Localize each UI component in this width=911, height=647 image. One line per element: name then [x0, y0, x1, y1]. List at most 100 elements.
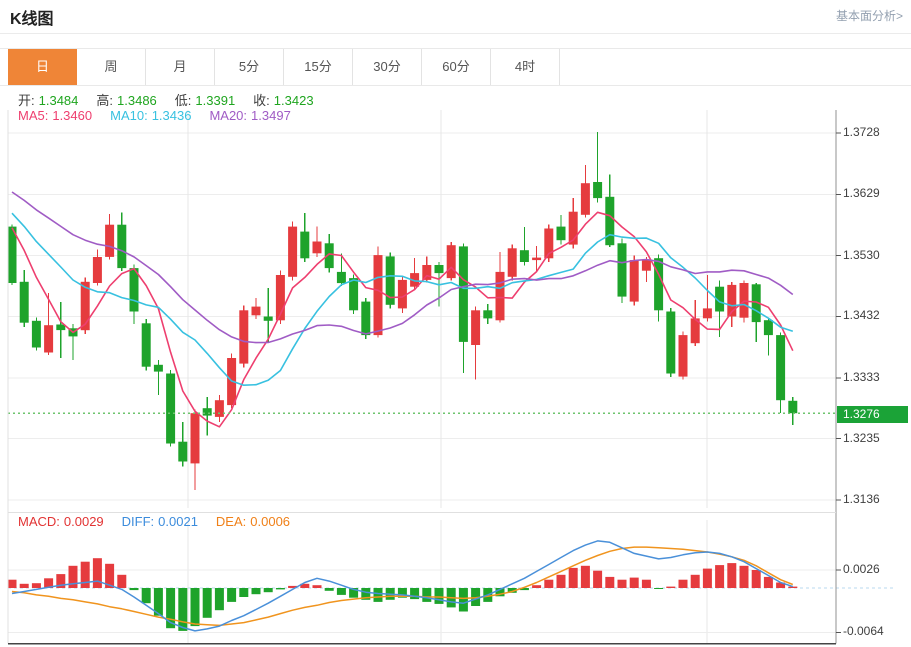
macd-bar — [8, 580, 17, 588]
macd-bar — [239, 588, 248, 597]
macd-bar — [618, 580, 627, 588]
macd-bar — [788, 587, 797, 588]
info-label: DEA: — [216, 514, 246, 529]
candle-body — [520, 250, 529, 262]
candle-body — [679, 335, 688, 377]
macd-bar — [593, 571, 602, 588]
candle-body — [630, 260, 639, 302]
candle-body — [349, 278, 358, 310]
price-axis-label: 1.3629 — [843, 186, 880, 200]
info-value: 0.0029 — [64, 514, 104, 529]
macd-bar — [227, 588, 236, 602]
macd-bar — [679, 580, 688, 588]
candle-body — [374, 255, 383, 335]
macd-bar — [435, 588, 444, 604]
candle-body — [93, 257, 102, 283]
candle-body — [178, 442, 187, 462]
info-value: 1.3486 — [117, 93, 157, 108]
macd-bar — [557, 575, 566, 588]
macd-bar — [117, 575, 126, 588]
info-value: 1.3436 — [152, 108, 192, 123]
current-price-badge: 1.3276 — [837, 406, 908, 423]
macd-bar — [191, 588, 200, 626]
macd-bar — [605, 577, 614, 588]
info-label: MA5: — [18, 108, 48, 123]
candle-body — [20, 282, 29, 323]
macd-bar — [276, 588, 285, 589]
price-axis-label: 1.3728 — [843, 125, 880, 139]
candle-body — [239, 310, 248, 363]
candle-body — [471, 310, 480, 345]
candle-body — [788, 401, 797, 413]
candle-body — [215, 400, 224, 417]
price-axis-label: 1.3530 — [843, 248, 880, 262]
info-label: 低: — [175, 93, 192, 108]
candle-body — [252, 307, 261, 316]
macd-bar — [178, 588, 187, 631]
macd-bar — [642, 580, 651, 588]
info-label: MACD: — [18, 514, 60, 529]
macd-bar — [703, 569, 712, 588]
candle-body — [642, 260, 651, 271]
candle-body — [654, 258, 663, 310]
macd-bar — [666, 587, 675, 588]
ohlc-info: 开:1.3484高:1.3486低:1.3391收:1.3423 — [18, 90, 332, 109]
candle-body — [764, 320, 773, 335]
macd-axis-label: 0.0026 — [843, 562, 880, 576]
macd-bar — [374, 588, 383, 602]
candle-body — [300, 232, 309, 259]
price-axis-label: 1.3432 — [843, 308, 880, 322]
macd-axis-label: -0.0064 — [843, 624, 884, 638]
info-label: 高: — [96, 93, 113, 108]
macd-bar — [581, 566, 590, 588]
ma20-line — [12, 192, 793, 343]
ma-info: MA5:1.3460MA10:1.3436MA20:1.3497 — [18, 108, 309, 123]
macd-bar — [93, 558, 102, 588]
macd-bar — [313, 585, 322, 588]
macd-bar — [203, 588, 212, 618]
candle-body — [105, 225, 114, 257]
info-label: MA10: — [110, 108, 148, 123]
price-axis-label: 1.3235 — [843, 431, 880, 445]
candle-body — [593, 182, 602, 198]
macd-bar — [727, 563, 736, 588]
macd-bar — [691, 575, 700, 588]
candle-body — [191, 413, 200, 463]
info-value: 0.0021 — [158, 514, 198, 529]
info-value: 0.0006 — [250, 514, 290, 529]
info-label: DIFF: — [122, 514, 155, 529]
macd-bar — [654, 588, 663, 589]
info-label: 开: — [18, 93, 35, 108]
candle-body — [264, 317, 273, 321]
macd-bar — [764, 577, 773, 588]
candle-body — [398, 280, 407, 309]
info-value: 1.3423 — [274, 93, 314, 108]
macd-bar — [715, 565, 724, 588]
candle-body — [313, 242, 322, 254]
macd-bar — [532, 585, 541, 588]
candle-body — [776, 335, 785, 400]
macd-bar — [20, 584, 29, 588]
macd-bar — [142, 588, 151, 603]
macd-bar — [740, 566, 749, 588]
macd-bar — [569, 568, 578, 588]
price-axis-label: 1.3136 — [843, 492, 880, 506]
macd-bar — [325, 588, 334, 591]
candle-body — [337, 272, 346, 283]
macd-bar — [215, 588, 224, 610]
candle-body — [154, 365, 163, 372]
candle-body — [203, 408, 212, 415]
macd-bar — [32, 583, 41, 588]
candle-body — [666, 312, 675, 374]
macd-bar — [544, 580, 553, 588]
macd-bar — [252, 588, 261, 594]
info-value: 1.3460 — [52, 108, 92, 123]
macd-bar — [752, 570, 761, 588]
macd-bar — [422, 588, 431, 602]
macd-bar — [459, 588, 468, 612]
kline-panel: K线图 基本面分析> 日周月5分15分30分60分4时 开:1.3484高:1.… — [0, 0, 911, 647]
candle-body — [166, 374, 175, 444]
macd-bar — [130, 588, 139, 590]
candle-body — [142, 323, 151, 366]
candle-body — [605, 197, 614, 245]
